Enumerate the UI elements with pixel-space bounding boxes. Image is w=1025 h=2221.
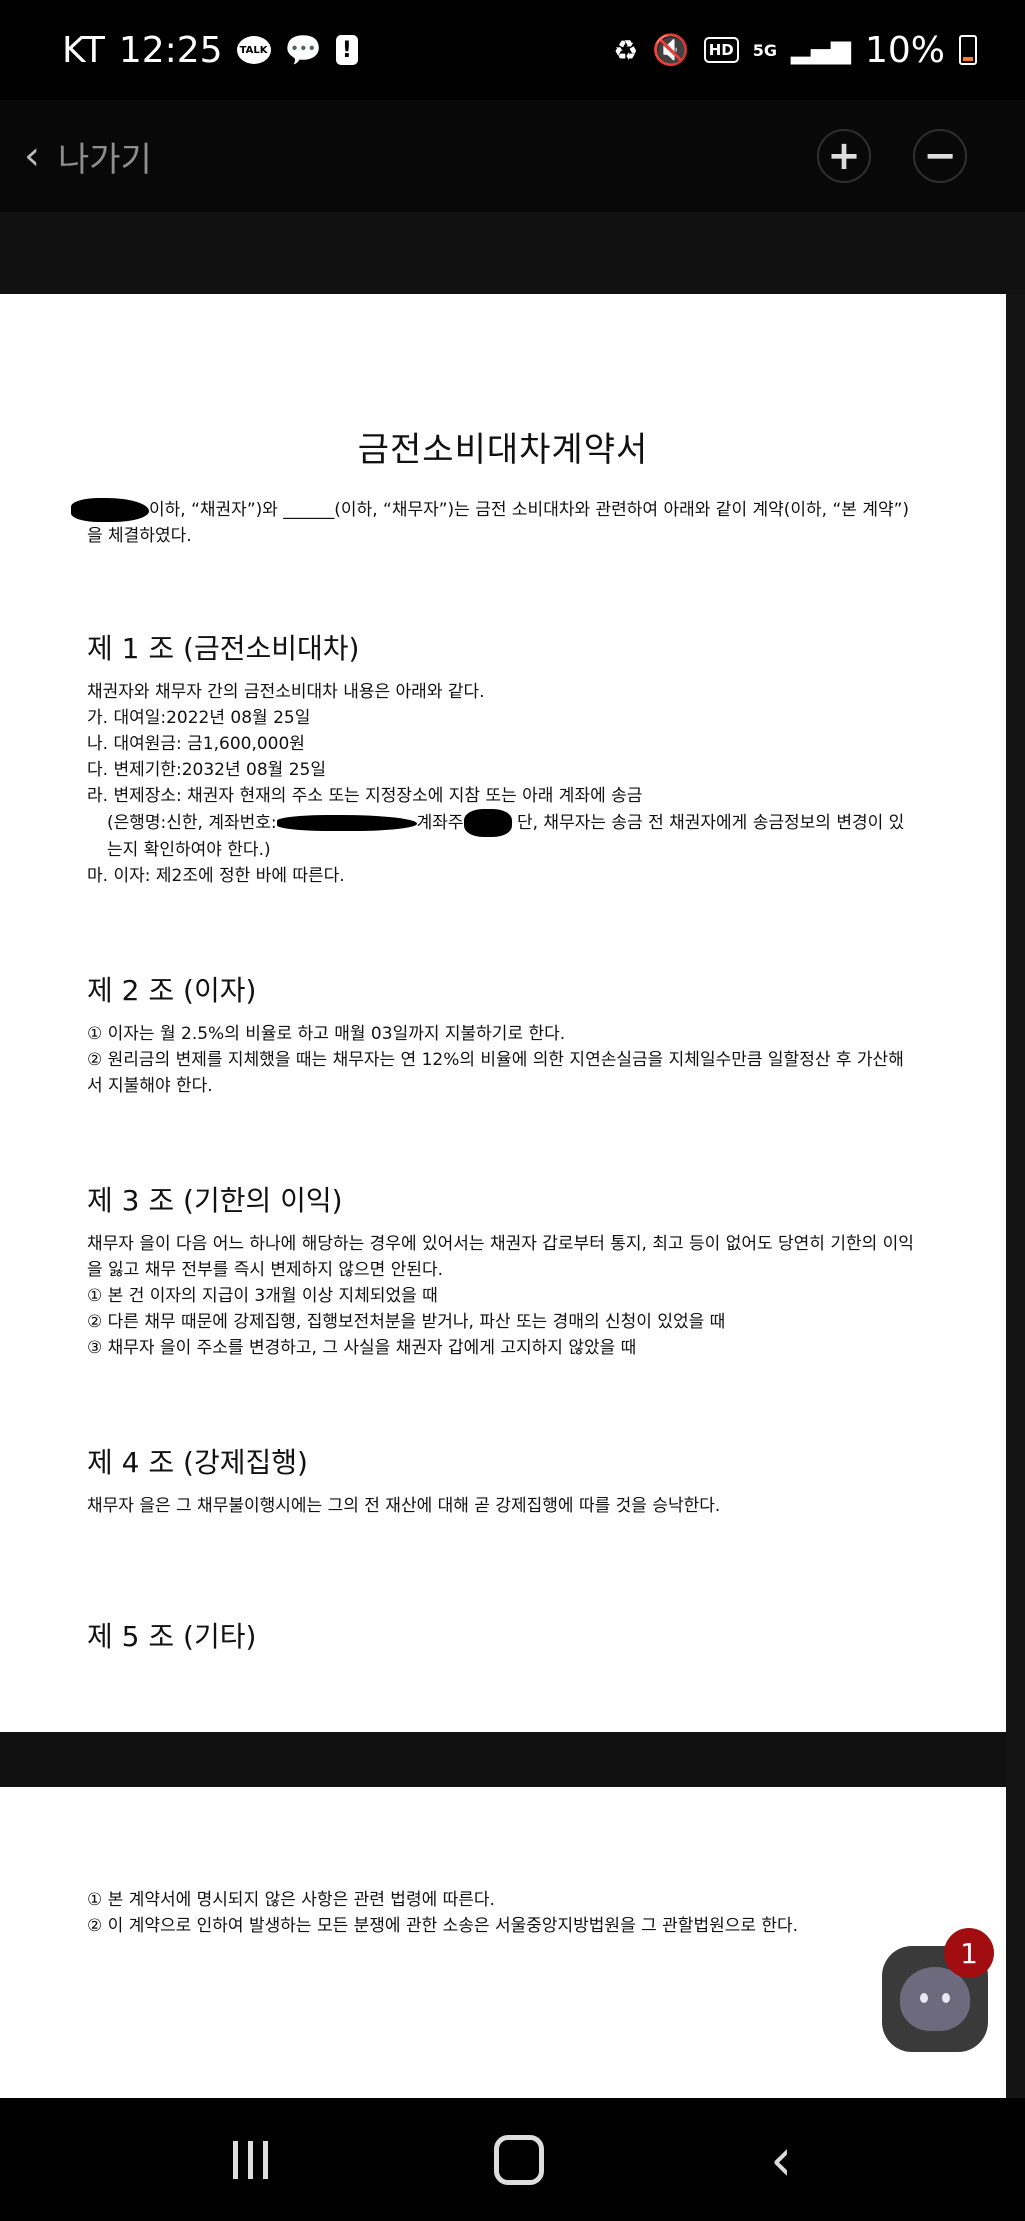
redaction-mark: [463, 809, 512, 837]
article-1: 제 1 조 (금전소비대차) 채권자와 채무자 간의 금전소비대차 내용은 아래…: [87, 627, 919, 889]
recent-apps-button[interactable]: [233, 2140, 269, 2179]
redaction-mark: [71, 498, 149, 522]
article-line: 다. 변제기한:2032년 08월 25일: [87, 760, 326, 780]
article-2: 제 2 조 (이자) ① 이자는 월 2.5%의 비율로 하고 매월 03일까지…: [87, 969, 919, 1099]
bank-info-line: (은행명:신한, 계좌번호: 계좌주 단, 채무자는 송금 전 채권자에게 송금정…: [87, 809, 919, 863]
article-body: ① 이자는 월 2.5%의 비율로 하고 매월 03일까지 지불하기로 한다. …: [87, 1021, 919, 1099]
article-heading: 제 1 조 (금전소비대차): [87, 632, 360, 665]
article-line: 가. 대여일:2022년 08월 25일: [87, 708, 311, 728]
viewer-top-margin: [0, 212, 1025, 294]
article-line: 채무자 을은 그 채무불이행시에는 그의 전 재산에 대해 곧 강제집행에 따를…: [87, 1496, 721, 1516]
article-heading: 제 5 조 (기타): [87, 1620, 257, 1653]
article-line: 나. 대여원금: 금1,600,000원: [87, 734, 305, 754]
article-heading: 제 4 조 (강제집행): [87, 1446, 308, 1479]
article-4: 제 4 조 (강제집행) 채무자 을은 그 채무불이행시에는 그의 전 재산에 …: [87, 1441, 919, 1519]
article-body: 채무자 을은 그 채무불이행시에는 그의 전 재산에 대해 곧 강제집행에 따를…: [87, 1493, 919, 1519]
clock: 12:25: [118, 29, 223, 71]
document-intro: 이하, “채권자”)와 ______(이하, “채무자”)는 금전 소비대차와 …: [71, 497, 919, 549]
article-line: 채무자 을이 다음 어느 하나에 해당하는 경우에 있어서는 채권자 갑로부터 …: [87, 1234, 914, 1280]
back-label: 나가기: [58, 139, 152, 180]
hd-voice-icon: HD: [703, 37, 739, 63]
status-right: ♻ 🔇 HD 5G ▂▄▆ 10%: [613, 30, 977, 71]
battery-saver-icon: ♻: [613, 33, 639, 67]
article-line: 채권자와 채무자 간의 금전소비대차 내용은 아래와 같다.: [87, 682, 485, 702]
ghost-face-icon: [900, 1967, 970, 2031]
article-heading: 제 2 조 (이자): [87, 974, 257, 1007]
page-gap: [0, 1732, 1025, 1787]
article-3: 제 3 조 (기한의 이익) 채무자 을이 다음 어느 하나에 해당하는 경우에…: [87, 1179, 919, 1361]
app-bar: ‹ 나가기 + −: [0, 100, 1025, 212]
bank-prefix: (은행명:신한, 계좌번호:: [107, 813, 277, 833]
article-line: ① 본 계약서에 명시되지 않은 사항은 관련 법령에 따른다.: [87, 1890, 495, 1910]
chevron-left-icon: ‹: [24, 133, 40, 179]
talk-label: TALK: [239, 44, 268, 56]
status-left: KT 12:25 TALK 💬 !: [62, 30, 358, 71]
recent-bar-icon: [248, 2140, 254, 2179]
redaction-mark: [276, 815, 417, 831]
battery-icon: [959, 35, 977, 65]
article-body: 채권자와 채무자 간의 금전소비대차 내용은 아래와 같다. 가. 대여일:20…: [87, 679, 919, 889]
article-5-body: ① 본 계약서에 명시되지 않은 사항은 관련 법령에 따른다. ② 이 계약으…: [87, 1887, 919, 1939]
article-line: 마. 이자: 제2조에 정한 바에 따른다.: [87, 866, 345, 886]
intro-text: 이하, “채권자”)와 ______(이하, “채무자”)는 금전 소비대차와 …: [87, 500, 910, 546]
article-heading: 제 3 조 (기한의 이익): [87, 1184, 343, 1217]
network-5g-icon: 5G: [752, 40, 777, 60]
recent-bar-icon: [233, 2140, 239, 2179]
article-body: 채무자 을이 다음 어느 하나에 해당하는 경우에 있어서는 채권자 갑로부터 …: [87, 1231, 919, 1361]
bank-mid: 계좌주: [416, 813, 464, 833]
carrier-label: KT: [62, 29, 105, 71]
scroll-track[interactable]: [1006, 294, 1025, 2098]
kakaotalk-icon: TALK: [236, 36, 271, 64]
notification-badge: 1: [944, 1928, 994, 1978]
battery-percent: 10%: [864, 29, 945, 71]
article-line: ③ 채무자 을이 주소를 변경하고, 그 사실을 채권자 갑에게 고지하지 않았…: [87, 1338, 637, 1358]
status-bar: KT 12:25 TALK 💬 ! ♻ 🔇 HD 5G ▂▄▆ 10%: [0, 0, 1025, 100]
home-button[interactable]: [494, 2134, 545, 2185]
zoom-controls: + −: [817, 129, 967, 183]
article-line: ② 다른 채무 때문에 강제집행, 집행보전처분을 받거나, 파산 또는 경매의…: [87, 1312, 726, 1332]
signal-icon: ▂▄▆: [790, 35, 851, 65]
article-line: 라. 변제장소: 채권자 현재의 주소 또는 지정장소에 지참 또는 아래 계좌…: [87, 786, 643, 806]
article-line: ① 이자는 월 2.5%의 비율로 하고 매월 03일까지 지불하기로 한다.: [87, 1024, 566, 1044]
zoom-out-button[interactable]: −: [913, 129, 967, 183]
document-page-2[interactable]: ① 본 계약서에 명시되지 않은 사항은 관련 법령에 따른다. ② 이 계약으…: [0, 1787, 1006, 2098]
alert-icon: !: [335, 35, 358, 65]
mute-icon: 🔇: [652, 32, 690, 68]
article-line: ① 본 건 이자의 지급이 3개월 이상 지체되었을 때: [87, 1286, 438, 1306]
document-page-1[interactable]: 금전소비대차계약서 이하, “채권자”)와 ______(이하, “채무자”)는…: [0, 294, 1006, 1732]
zoom-in-button[interactable]: +: [817, 129, 871, 183]
recent-bar-icon: [263, 2140, 269, 2179]
back-button[interactable]: ‹ 나가기: [24, 132, 152, 181]
document-title: 금전소비대차계약서: [357, 430, 649, 470]
message-icon: 💬: [284, 32, 322, 68]
back-nav-button[interactable]: ‹: [770, 2125, 792, 2194]
system-nav-bar: ‹: [0, 2098, 1025, 2221]
article-5: 제 5 조 (기타): [87, 1615, 919, 1655]
article-line: ② 이 계약으로 인하여 발생하는 모든 분쟁에 관한 소송은 서울중앙지방법원…: [87, 1916, 799, 1936]
article-line: ② 원리금의 변제를 지체했을 때는 채무자는 연 12%의 비율에 의한 지연…: [87, 1050, 904, 1096]
